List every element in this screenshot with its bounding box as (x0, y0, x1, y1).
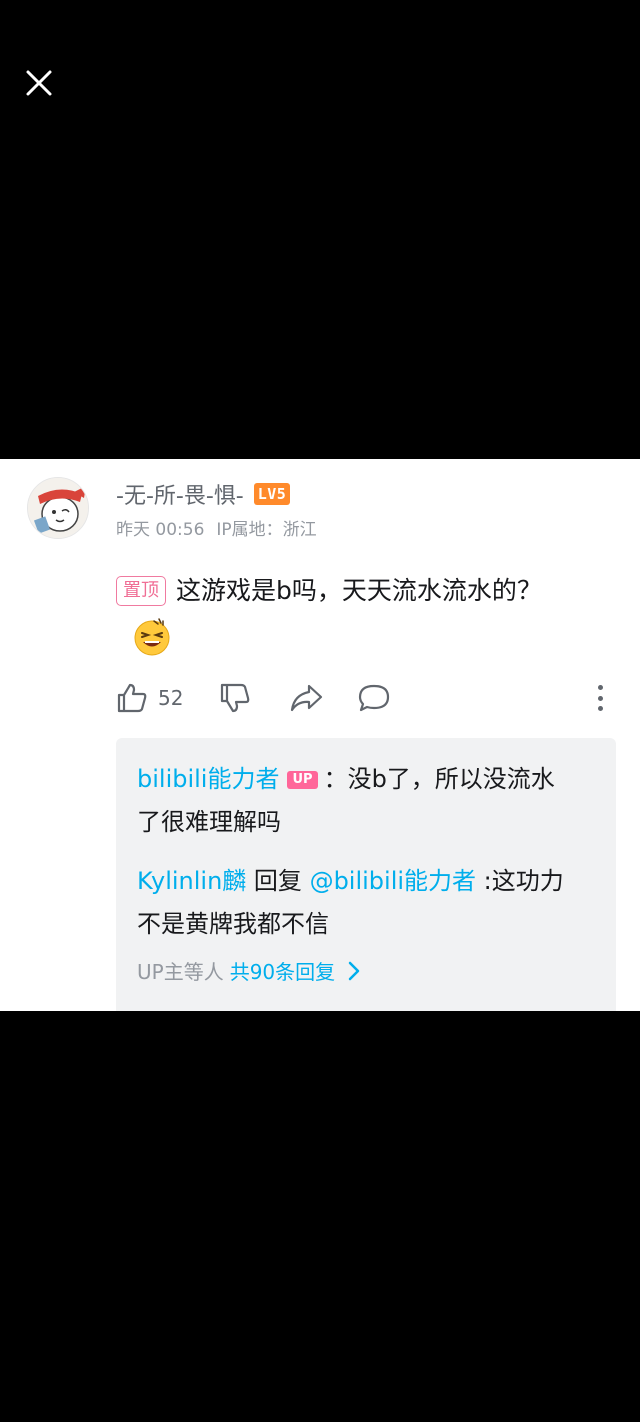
reply-count-link[interactable]: 共90条回复 (230, 956, 335, 985)
reply-word: 回复 (246, 867, 310, 895)
more-button[interactable] (586, 683, 614, 713)
level-badge: LV5 (253, 483, 291, 505)
reply-separator: ： (323, 765, 348, 793)
summary-prefix: UP主等人 (137, 960, 224, 984)
more-icon (597, 685, 603, 690)
comment-content: 置顶 这游戏是b吗，天天流水流水的？ (116, 567, 596, 663)
thumbs-down-icon (221, 683, 250, 713)
comment-time: 昨天 00:56 (116, 520, 205, 540)
reply-summary[interactable]: UP主等人 共90条回复 (137, 956, 365, 985)
reply-author[interactable]: Kylinlin麟 (137, 867, 246, 895)
comment-text: 这游戏是b吗，天天流水流水的？ (176, 576, 542, 605)
like-button[interactable]: 52 (116, 682, 183, 714)
comment-icon (359, 684, 390, 712)
reply-separator: : (476, 867, 492, 895)
thumbs-up-icon (117, 683, 147, 713)
share-icon (291, 684, 323, 712)
username-row: -无-所-畏-惧- LV5 (116, 478, 291, 510)
close-icon (26, 70, 52, 96)
up-badge: UP (287, 771, 318, 789)
avatar-icon (28, 478, 88, 538)
comment-meta: 昨天 00:56 IP属地：浙江 (116, 515, 317, 540)
dislike-button[interactable] (219, 682, 251, 714)
like-count: 52 (158, 686, 184, 710)
grin-emoji-icon (134, 618, 170, 656)
reply-mention[interactable]: @bilibili能力者 (310, 867, 476, 895)
close-button[interactable] (22, 66, 56, 100)
share-button[interactable] (289, 682, 323, 714)
comment-actions: 52 (116, 681, 616, 715)
chevron-right-icon (348, 961, 360, 980)
reply-author[interactable]: bilibili能力者 (137, 765, 279, 793)
reply-item: Kylinlin麟 回复 @bilibili能力者 :这功力不是黄牌我都不信 (137, 860, 577, 946)
comment-card: -无-所-畏-惧- LV5 昨天 00:56 IP属地：浙江 置顶 这游戏是b吗，… (0, 459, 640, 1011)
reply-button[interactable] (357, 682, 391, 714)
reply-preview[interactable]: bilibili能力者 UP ：没b了，所以没流水了很难理解吗 Kylinlin麟 … (116, 738, 616, 1011)
ip-location: IP属地：浙江 (216, 520, 317, 540)
avatar[interactable] (27, 477, 89, 539)
username[interactable]: -无-所-畏-惧- (116, 478, 244, 510)
reply-item: bilibili能力者 UP ：没b了，所以没流水了很难理解吗 (137, 758, 577, 844)
pin-badge: 置顶 (116, 576, 166, 606)
